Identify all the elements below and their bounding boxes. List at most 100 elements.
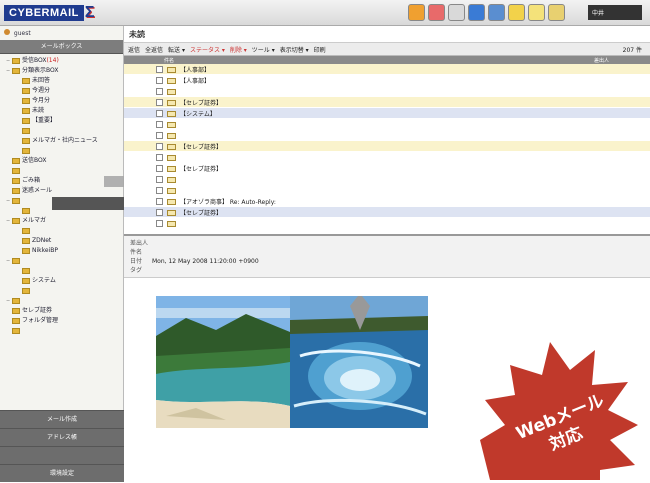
reply-button[interactable]: 返信 xyxy=(128,45,140,54)
folder-item[interactable]: システム xyxy=(0,276,123,286)
folder-icon xyxy=(12,328,20,334)
message-row[interactable] xyxy=(124,119,650,130)
row-checkbox[interactable] xyxy=(156,110,163,117)
folder-item[interactable]: セレブ証券 xyxy=(0,306,123,316)
message-row[interactable]: 【アオゾラ商事】 Re: Auto-Reply: xyxy=(124,196,650,207)
folder-item[interactable]: 今月分 xyxy=(0,96,123,106)
folder-item[interactable] xyxy=(0,166,123,176)
message-row[interactable] xyxy=(124,152,650,163)
message-subject[interactable]: 【人事部】 xyxy=(180,65,210,74)
message-row[interactable]: 【セレブ証券】 xyxy=(124,207,650,218)
message-row[interactable]: 【セレブ証券】 xyxy=(124,97,650,108)
row-checkbox[interactable] xyxy=(156,209,163,216)
message-subject[interactable]: 【人事部】 xyxy=(180,76,210,85)
folder-item[interactable] xyxy=(0,326,123,336)
folder-item[interactable]: メルマガ・社内ニュース xyxy=(0,136,123,146)
envelope-icon xyxy=(167,111,176,117)
message-count: 207 件 xyxy=(622,46,642,54)
settings-button[interactable]: 環境設定 xyxy=(0,464,124,482)
message-row[interactable] xyxy=(124,174,650,185)
folder-item[interactable]: NikkeiBP xyxy=(0,246,123,256)
folder-icon xyxy=(22,208,30,214)
envelope-icon xyxy=(167,133,176,139)
row-checkbox[interactable] xyxy=(156,99,163,106)
subject-column-header[interactable]: 件名 xyxy=(164,57,174,64)
folder-icon xyxy=(22,268,30,274)
tools-button[interactable]: ツール ▾ xyxy=(252,45,275,54)
folder-item[interactable] xyxy=(0,286,123,296)
message-subject[interactable]: 【セレブ証券】 xyxy=(180,164,222,173)
message-row[interactable] xyxy=(124,218,650,229)
folder-item[interactable] xyxy=(0,126,123,136)
message-row[interactable] xyxy=(124,130,650,141)
envelope-icon xyxy=(167,78,176,84)
envelope-icon xyxy=(167,67,176,73)
envelope-icon xyxy=(167,155,176,161)
message-row[interactable]: 【セレブ証券】 xyxy=(124,141,650,152)
folder-item[interactable]: 今週分 xyxy=(0,86,123,96)
status-button[interactable]: ステータス ▾ xyxy=(190,45,225,54)
preview-date-line: 日付 Mon, 12 May 2008 11:20:00 +0900 xyxy=(130,257,644,266)
folder-item[interactable] xyxy=(0,226,123,236)
document-icon[interactable] xyxy=(508,4,525,21)
folder-icon xyxy=(12,168,20,174)
subject-label: 件名 xyxy=(130,249,143,256)
message-subject[interactable]: 【システム】 xyxy=(180,109,216,118)
row-checkbox[interactable] xyxy=(156,121,163,128)
row-checkbox[interactable] xyxy=(156,66,163,73)
user-name-box[interactable]: 中井 xyxy=(588,5,642,20)
folder-share-icon[interactable] xyxy=(488,4,505,21)
message-row[interactable] xyxy=(124,86,650,97)
folder-item[interactable]: − メルマガ xyxy=(0,216,123,226)
view-toggle-button[interactable]: 表示切替 ▾ xyxy=(280,45,309,54)
folder-item[interactable]: − xyxy=(0,296,123,306)
message-row[interactable]: 【人事部】 xyxy=(124,75,650,86)
row-checkbox[interactable] xyxy=(156,77,163,84)
row-checkbox[interactable] xyxy=(156,143,163,150)
row-checkbox[interactable] xyxy=(156,165,163,172)
note-icon[interactable] xyxy=(528,4,545,21)
message-subject[interactable]: 【セレブ証券】 xyxy=(180,208,222,217)
folder-label: ごみ箱 xyxy=(22,177,41,184)
print-button[interactable]: 印刷 xyxy=(314,45,326,54)
message-subject[interactable]: 【セレブ証券】 xyxy=(180,98,222,107)
clock-icon[interactable] xyxy=(448,4,465,21)
message-row[interactable]: 【セレブ証券】 xyxy=(124,163,650,174)
folder-item[interactable]: 送信BOX xyxy=(0,156,123,166)
row-checkbox[interactable] xyxy=(156,176,163,183)
delete-button[interactable]: 削除 ▾ xyxy=(230,45,247,54)
forward-button[interactable]: 転送 ▾ xyxy=(168,45,185,54)
address-book-button[interactable]: アドレス帳 xyxy=(0,428,124,446)
message-subject[interactable]: 【セレブ証券】 xyxy=(180,142,222,151)
from-column-header[interactable]: 差出人 xyxy=(594,57,609,64)
folder-item[interactable]: 未読 xyxy=(0,106,123,116)
folder-item[interactable]: − xyxy=(0,256,123,266)
folder-item[interactable] xyxy=(0,146,123,156)
folder-item[interactable]: − 分類表示BOX xyxy=(0,66,123,76)
mailbox-header[interactable]: メールボックス xyxy=(0,40,123,54)
folder-item[interactable] xyxy=(0,266,123,276)
message-row[interactable] xyxy=(124,185,650,196)
reply-all-button[interactable]: 全返信 xyxy=(145,45,163,54)
row-checkbox[interactable] xyxy=(156,132,163,139)
folder-item[interactable]: − 受信BOX (14) xyxy=(0,56,123,66)
message-subject[interactable]: 【アオゾラ商事】 Re: Auto-Reply: xyxy=(180,197,276,206)
globe-icon[interactable] xyxy=(468,4,485,21)
address-book-icon[interactable] xyxy=(408,4,425,21)
memo-icon[interactable] xyxy=(548,4,565,21)
message-row[interactable]: 【人事部】 xyxy=(124,64,650,75)
compose-button[interactable]: メール作成 xyxy=(0,410,124,428)
extension-button[interactable] xyxy=(0,446,124,464)
row-checkbox[interactable] xyxy=(156,220,163,227)
row-checkbox[interactable] xyxy=(156,187,163,194)
row-checkbox[interactable] xyxy=(156,88,163,95)
folder-item[interactable]: 【重要】 xyxy=(0,116,123,126)
folder-item[interactable]: フォルダ管理 xyxy=(0,316,123,326)
calendar-icon[interactable] xyxy=(428,4,445,21)
row-checkbox[interactable] xyxy=(156,154,163,161)
folder-item[interactable]: ZDNet xyxy=(0,236,123,246)
message-row[interactable]: 【システム】 xyxy=(124,108,650,119)
row-checkbox[interactable] xyxy=(156,198,163,205)
folder-item[interactable]: 未回答 xyxy=(0,76,123,86)
folder-item[interactable]: 迷惑メール xyxy=(0,186,123,196)
